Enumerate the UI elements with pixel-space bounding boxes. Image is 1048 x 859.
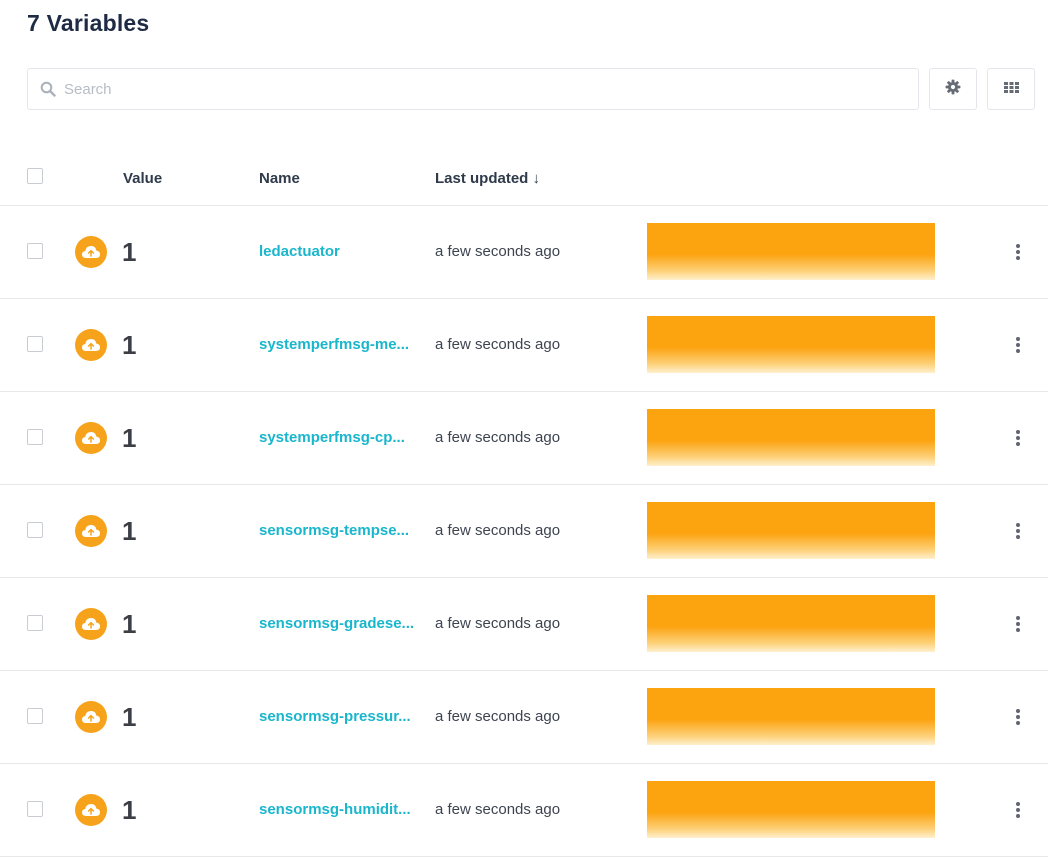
variable-name-link[interactable]: sensormsg-humidit... bbox=[259, 801, 423, 818]
variable-value: 1 bbox=[122, 795, 137, 825]
column-header-value[interactable]: Value bbox=[123, 170, 162, 187]
table-row[interactable]: 1 sensormsg-gradese... a few seconds ago bbox=[0, 578, 1048, 671]
row-checkbox[interactable] bbox=[27, 801, 43, 817]
last-updated-text: a few seconds ago bbox=[435, 708, 561, 725]
more-options-icon[interactable] bbox=[1008, 426, 1028, 450]
grid-view-button[interactable] bbox=[987, 68, 1035, 110]
cloud-upload-icon bbox=[75, 422, 107, 454]
variable-name-link[interactable]: ledactuator bbox=[259, 243, 423, 260]
row-checkbox[interactable] bbox=[27, 522, 43, 538]
variable-value: 1 bbox=[122, 237, 137, 267]
sparkline-chart bbox=[647, 595, 935, 652]
table-row[interactable]: 1 sensormsg-pressur... a few seconds ago bbox=[0, 671, 1048, 764]
sparkline-chart bbox=[647, 688, 935, 745]
more-options-icon[interactable] bbox=[1008, 798, 1028, 822]
variables-table: 1 ledactuator a few seconds ago 1 system… bbox=[0, 206, 1048, 857]
last-updated-text: a few seconds ago bbox=[435, 801, 561, 818]
settings-button[interactable] bbox=[929, 68, 977, 110]
cloud-upload-icon bbox=[75, 329, 107, 361]
sparkline-chart bbox=[647, 409, 935, 466]
table-row[interactable]: 1 ledactuator a few seconds ago bbox=[0, 206, 1048, 299]
sparkline-chart bbox=[647, 502, 935, 559]
last-updated-text: a few seconds ago bbox=[435, 615, 561, 632]
variable-value: 1 bbox=[122, 423, 137, 453]
table-row[interactable]: 1 systemperfmsg-cp... a few seconds ago bbox=[0, 392, 1048, 485]
variable-name-link[interactable]: sensormsg-tempse... bbox=[259, 522, 423, 539]
variable-name-link[interactable]: systemperfmsg-cp... bbox=[259, 429, 423, 446]
row-checkbox[interactable] bbox=[27, 336, 43, 352]
more-options-icon[interactable] bbox=[1008, 240, 1028, 264]
gear-icon bbox=[945, 79, 961, 100]
table-row[interactable]: 1 systemperfmsg-me... a few seconds ago bbox=[0, 299, 1048, 392]
sparkline-chart bbox=[647, 781, 935, 838]
cloud-upload-icon bbox=[75, 515, 107, 547]
cloud-upload-icon bbox=[75, 608, 107, 640]
search-input[interactable] bbox=[64, 80, 864, 98]
last-updated-text: a few seconds ago bbox=[435, 522, 561, 539]
table-row[interactable]: 1 sensormsg-tempse... a few seconds ago bbox=[0, 485, 1048, 578]
last-updated-text: a few seconds ago bbox=[435, 429, 561, 446]
sparkline-chart bbox=[647, 223, 935, 280]
variable-value: 1 bbox=[122, 330, 137, 360]
last-updated-text: a few seconds ago bbox=[435, 243, 561, 260]
cloud-upload-icon bbox=[75, 701, 107, 733]
variable-value: 1 bbox=[122, 609, 137, 639]
table-header: Value Name Last updated ↓ bbox=[0, 150, 1048, 206]
cloud-upload-icon bbox=[75, 236, 107, 268]
more-options-icon[interactable] bbox=[1008, 705, 1028, 729]
grid-icon bbox=[1003, 80, 1019, 98]
row-checkbox[interactable] bbox=[27, 615, 43, 631]
column-header-last-updated[interactable]: Last updated ↓ bbox=[435, 170, 540, 187]
variable-value: 1 bbox=[122, 702, 137, 732]
search-icon bbox=[40, 81, 56, 97]
sparkline-chart bbox=[647, 316, 935, 373]
last-updated-text: a few seconds ago bbox=[435, 336, 561, 353]
page-title: 7 Variables bbox=[27, 10, 150, 36]
more-options-icon[interactable] bbox=[1008, 333, 1028, 357]
variable-name-link[interactable]: systemperfmsg-me... bbox=[259, 336, 423, 353]
row-checkbox[interactable] bbox=[27, 243, 43, 259]
table-row[interactable]: 1 sensormsg-humidit... a few seconds ago bbox=[0, 764, 1048, 857]
more-options-icon[interactable] bbox=[1008, 519, 1028, 543]
select-all-checkbox[interactable] bbox=[27, 168, 43, 184]
search-bar bbox=[27, 68, 919, 110]
row-checkbox[interactable] bbox=[27, 708, 43, 724]
variable-name-link[interactable]: sensormsg-gradese... bbox=[259, 615, 423, 632]
more-options-icon[interactable] bbox=[1008, 612, 1028, 636]
variable-value: 1 bbox=[122, 516, 137, 546]
variable-name-link[interactable]: sensormsg-pressur... bbox=[259, 708, 423, 725]
column-header-name[interactable]: Name bbox=[259, 170, 300, 187]
cloud-upload-icon bbox=[75, 794, 107, 826]
row-checkbox[interactable] bbox=[27, 429, 43, 445]
